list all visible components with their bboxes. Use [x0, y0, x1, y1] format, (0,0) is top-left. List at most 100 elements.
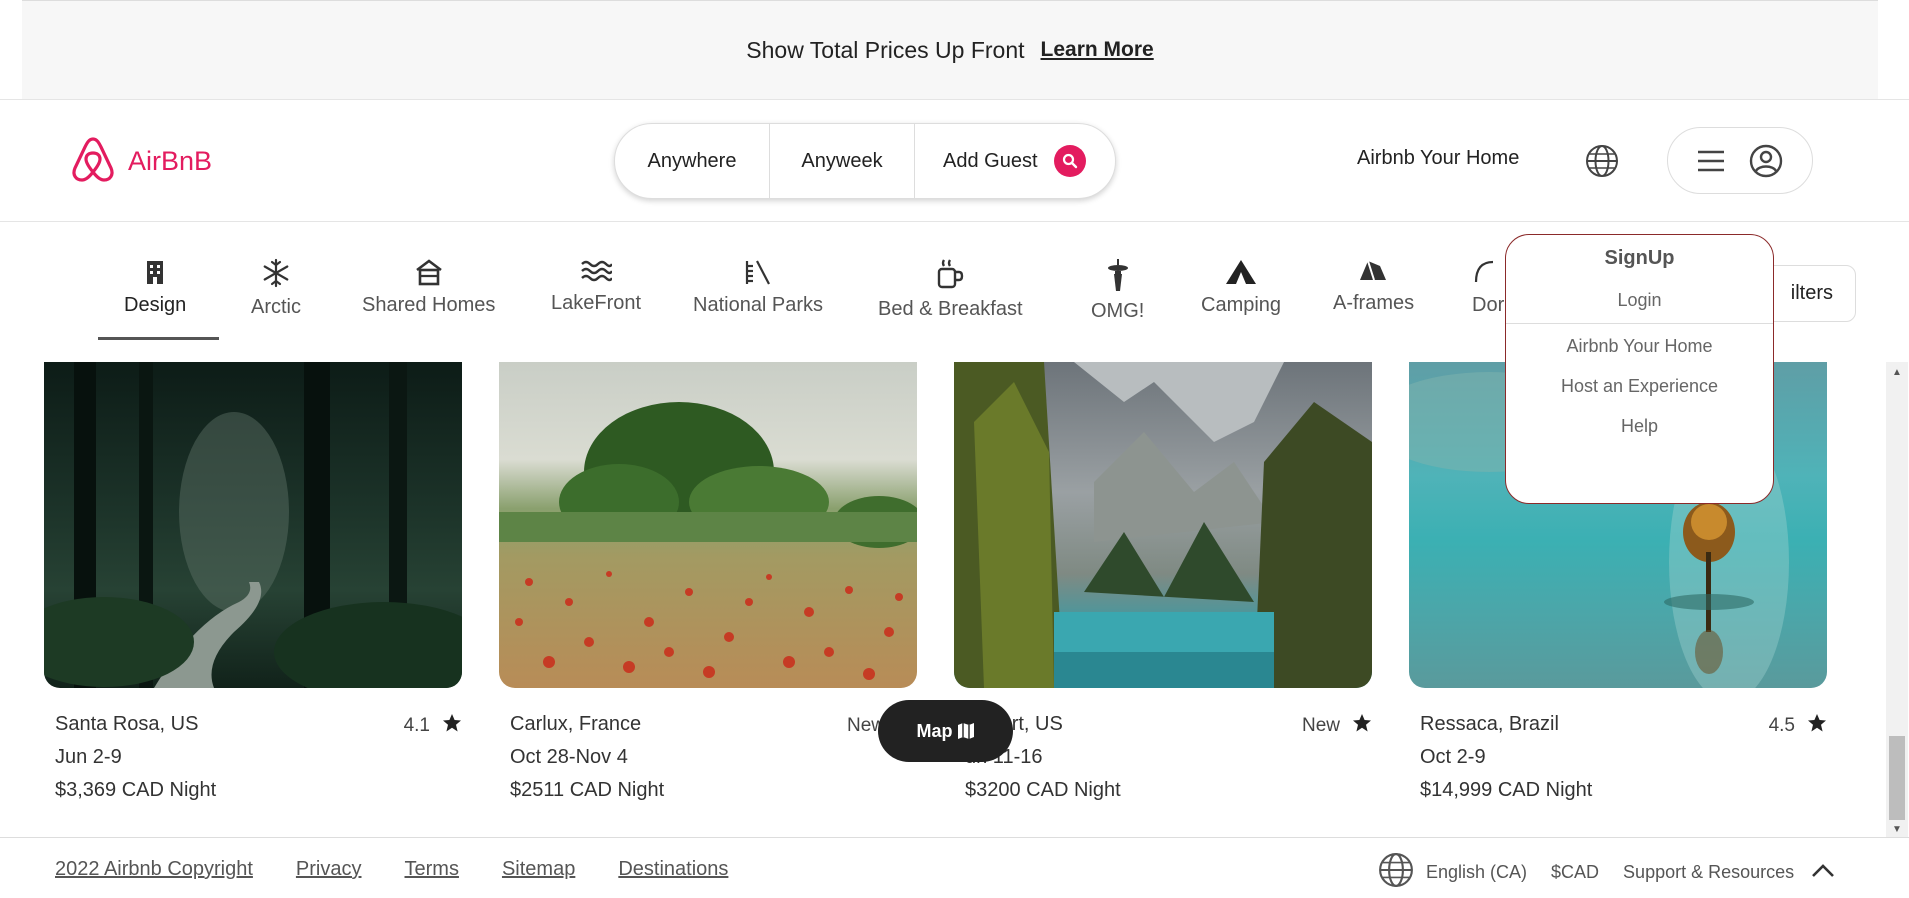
space-needle-icon: [1107, 259, 1128, 291]
listing-location: Ressaca, Brazil: [1420, 713, 1559, 735]
search-anyweek[interactable]: Anyweek: [770, 124, 915, 198]
scroll-down-arrow-icon[interactable]: ▼: [1886, 824, 1908, 835]
category-label: Camping: [1201, 294, 1282, 316]
category-label: National Parks: [693, 294, 824, 316]
menu-item-host-experience[interactable]: Host an Experience: [1561, 376, 1718, 397]
learn-more-link[interactable]: Learn More: [1041, 38, 1154, 62]
banner-message: Show Total Prices Up Front: [746, 36, 1025, 63]
show-map-button[interactable]: Map: [878, 700, 1013, 762]
category-omg[interactable]: OMG!: [1091, 258, 1144, 323]
listing-dates: Jun 2-9: [55, 746, 122, 768]
listing-price: $14,999 CAD Night: [1420, 779, 1593, 801]
mug-icon: [938, 259, 964, 289]
search-anywhere[interactable]: Anywhere: [615, 124, 770, 198]
category-national-parks[interactable]: National Parks: [693, 258, 823, 317]
user-menu-button[interactable]: [1667, 127, 1813, 194]
listing-location: Santa Rosa, US: [55, 713, 199, 735]
rating-value: 4.5: [1768, 715, 1795, 736]
airbnb-logo-icon: [70, 135, 116, 188]
footer-terms-link[interactable]: Terms: [405, 858, 459, 881]
signup-item[interactable]: SignUp: [1605, 247, 1675, 270]
listing-photo[interactable]: [44, 362, 462, 688]
park-icon: [745, 260, 771, 285]
footer-destinations-link[interactable]: Destinations: [618, 858, 728, 881]
language-selector[interactable]: English (CA): [1426, 862, 1527, 883]
menu-divider: [1506, 323, 1773, 324]
menu-item-airbnb-your-home[interactable]: Airbnb Your Home: [1566, 336, 1712, 357]
listing-info: Carlux, France Oct 28-Nov 4 $2511 CAD Ni…: [499, 713, 917, 802]
search-add-guest[interactable]: Add Guest: [915, 124, 1115, 198]
listing-rating: 4.1: [404, 713, 462, 739]
map-button-label: Map: [916, 720, 953, 741]
listings-scrollbar[interactable]: ▲ ▼: [1886, 362, 1908, 837]
search-icon: [1062, 153, 1077, 169]
category-label: Design: [124, 294, 187, 316]
listing-rating: 4.5: [1769, 713, 1827, 739]
category-camping[interactable]: Camping: [1201, 258, 1281, 317]
airbnb-your-home-link[interactable]: Airbnb Your Home: [1357, 147, 1519, 170]
category-design[interactable]: Design: [124, 258, 186, 317]
category-label: A-frames: [1333, 292, 1415, 314]
currency-selector[interactable]: $CAD: [1551, 862, 1599, 883]
language-button[interactable]: [1585, 144, 1619, 183]
star-icon: [1807, 713, 1827, 739]
footer-copyright-link[interactable]: 2022 Airbnb Copyright: [55, 858, 253, 881]
logo[interactable]: AirBnB: [70, 135, 212, 188]
listing-card[interactable]: Desert, US un 11-16 $3200 CAD Night New: [954, 362, 1372, 802]
listing-info: Desert, US un 11-16 $3200 CAD Night New: [954, 713, 1372, 802]
listing-dates: Oct 2-9: [1420, 746, 1486, 768]
building-icon: [147, 261, 164, 284]
footer-privacy-link[interactable]: Privacy: [296, 858, 362, 881]
listing-card[interactable]: Carlux, France Oct 28-Nov 4 $2511 CAD Ni…: [499, 362, 917, 802]
category-label: Shared Homes: [362, 294, 496, 316]
listing-dates: Oct 28-Nov 4: [510, 746, 628, 768]
footer-globe-icon[interactable]: [1378, 852, 1414, 893]
hamburger-icon: [1698, 150, 1724, 171]
scroll-up-arrow-icon[interactable]: ▲: [1886, 367, 1908, 378]
listing-price: $2511 CAD Night: [510, 779, 665, 801]
menu-item-help[interactable]: Help: [1621, 416, 1658, 437]
category-shared-homes[interactable]: Shared Homes: [362, 258, 495, 317]
category-domes[interactable]: Dor: [1472, 258, 1504, 317]
rating-value: New: [1301, 715, 1340, 736]
user-avatar-icon: [1749, 144, 1783, 177]
listing-dates: un 11-16: [965, 746, 1043, 768]
category-label: LakeFront: [551, 292, 642, 314]
category-label: Arctic: [251, 296, 301, 318]
brand-name: AirBnB: [128, 146, 213, 176]
user-menu-dropdown: SignUp Login Airbnb Your Home Host an Ex…: [1505, 234, 1774, 504]
category-bed-breakfast[interactable]: Bed & Breakfast: [878, 258, 1023, 321]
search-button[interactable]: [1053, 145, 1086, 177]
listing-info: Ressaca, Brazil Oct 2-9 $14,999 CAD Nigh…: [1409, 713, 1827, 802]
listing-photo[interactable]: [954, 362, 1372, 688]
house-icon: [415, 259, 442, 286]
listing-card[interactable]: Santa Rosa, US Jun 2-9 $3,369 CAD Night …: [44, 362, 462, 802]
footer-divider: [0, 837, 1909, 838]
footer-links: 2022 Airbnb Copyright Privacy Terms Site…: [55, 858, 728, 881]
category-a-frames[interactable]: A-frames: [1333, 258, 1414, 315]
tent-icon: [1226, 260, 1257, 284]
waves-icon: [581, 260, 613, 282]
support-resources-link[interactable]: Support & Resources: [1623, 862, 1794, 883]
header-divider: [0, 221, 1909, 222]
banner-divider: [0, 99, 1909, 100]
top-banner: Show Total Prices Up Front Learn More: [22, 0, 1878, 99]
scrollbar-thumb[interactable]: [1889, 736, 1905, 820]
map-icon: [957, 723, 974, 739]
category-arctic[interactable]: Arctic: [251, 258, 301, 319]
globe-icon: [1586, 145, 1618, 177]
login-item[interactable]: Login: [1617, 290, 1661, 311]
listing-price: $3200 CAD Night: [965, 779, 1121, 801]
a-frame-icon: [1359, 260, 1386, 281]
search-bar[interactable]: Anywhere Anyweek Add Guest: [614, 123, 1116, 199]
footer-settings: English (CA) $CAD Support & Resources: [1378, 852, 1836, 893]
footer-sitemap-link[interactable]: Sitemap: [502, 858, 575, 881]
chevron-up-icon[interactable]: [1810, 861, 1836, 884]
listing-photo[interactable]: [499, 362, 917, 688]
star-icon: [442, 713, 462, 739]
add-guest-label: Add Guest: [943, 149, 1038, 172]
listing-info: Santa Rosa, US Jun 2-9 $3,369 CAD Night …: [44, 713, 462, 802]
category-label: OMG!: [1091, 300, 1145, 322]
rating-value: 4.1: [403, 715, 430, 736]
category-lakefront[interactable]: LakeFront: [551, 258, 641, 315]
